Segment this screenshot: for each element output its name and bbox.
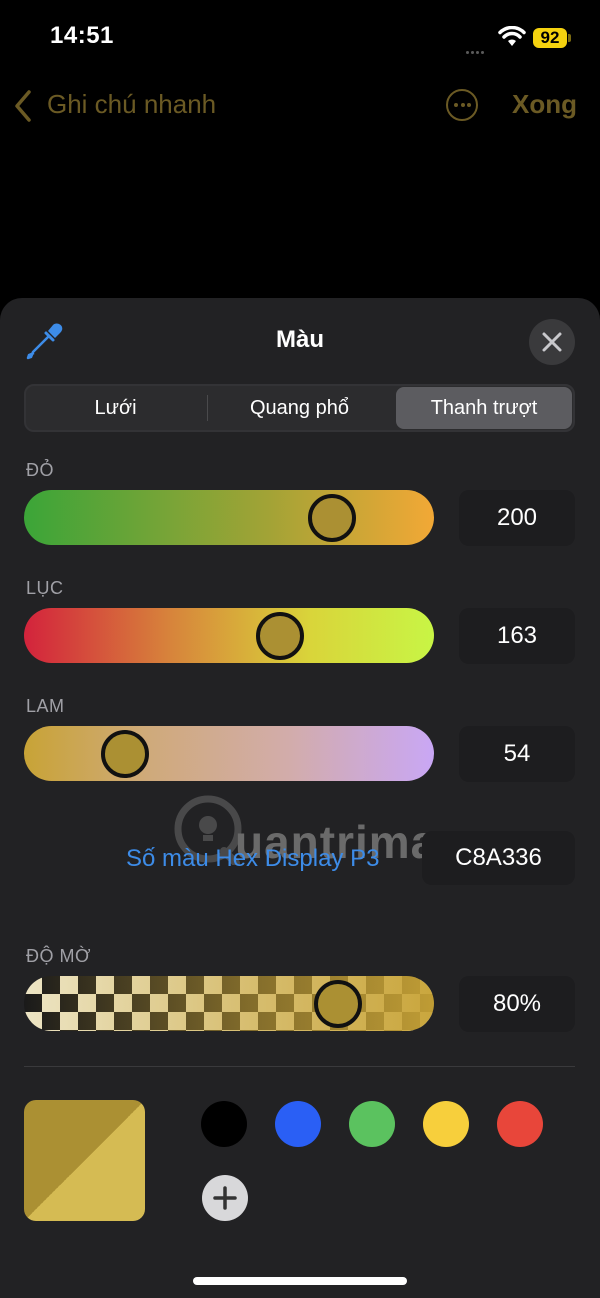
more-options-icon[interactable] [446,89,478,121]
opacity-label: ĐỘ MỜ [26,946,91,966]
green-slider-track[interactable] [24,608,434,663]
green-label: LỤC [26,578,64,598]
red-slider-thumb[interactable] [308,494,357,542]
close-button[interactable] [529,319,575,365]
hex-value-field[interactable]: C8A336 [422,831,575,885]
swatch-red[interactable] [497,1101,543,1147]
blue-slider-thumb[interactable] [100,730,149,778]
green-slider-thumb[interactable] [255,612,304,660]
blue-value-field[interactable]: 54 [459,726,575,782]
opacity-slider-track[interactable] [24,976,434,1031]
swatch-yellow[interactable] [423,1101,469,1147]
blue-label: LAM [26,696,65,716]
swatch-green[interactable] [349,1101,395,1147]
hex-display-p3-link[interactable]: Số màu Hex Display P3 [126,845,379,873]
sheet-title: Màu [276,326,324,353]
home-indicator [193,1277,407,1285]
opacity-value-field[interactable]: 80% [459,976,575,1032]
tab-grid[interactable]: Lưới [24,384,207,432]
status-time: 14:51 [50,22,114,49]
wifi-icon [498,26,526,46]
done-button[interactable]: Xong [512,89,577,120]
tab-sliders[interactable]: Thanh trượt [396,384,572,432]
battery-tip [568,34,571,42]
opacity-gradient-overlay [24,976,434,1031]
back-button[interactable]: Ghi chú nhanh [47,89,216,120]
section-divider [24,1066,575,1067]
back-chevron-icon[interactable] [10,86,40,126]
swatch-black[interactable] [201,1101,247,1147]
close-icon [542,332,562,352]
add-swatch-button[interactable] [202,1175,248,1221]
tab-spectrum[interactable]: Quang phổ [208,384,391,432]
current-color-preview [24,1100,145,1221]
opacity-slider-thumb[interactable] [313,980,362,1028]
battery-indicator: 92 [533,28,567,48]
blue-slider-track[interactable] [24,726,434,781]
red-label: ĐỎ [26,460,54,480]
green-value-field[interactable]: 163 [459,608,575,664]
red-slider-track[interactable] [24,490,434,545]
red-value-field[interactable]: 200 [459,490,575,546]
cellular-signal-icon [466,41,492,54]
plus-icon [213,1186,237,1210]
swatch-blue[interactable] [275,1101,321,1147]
